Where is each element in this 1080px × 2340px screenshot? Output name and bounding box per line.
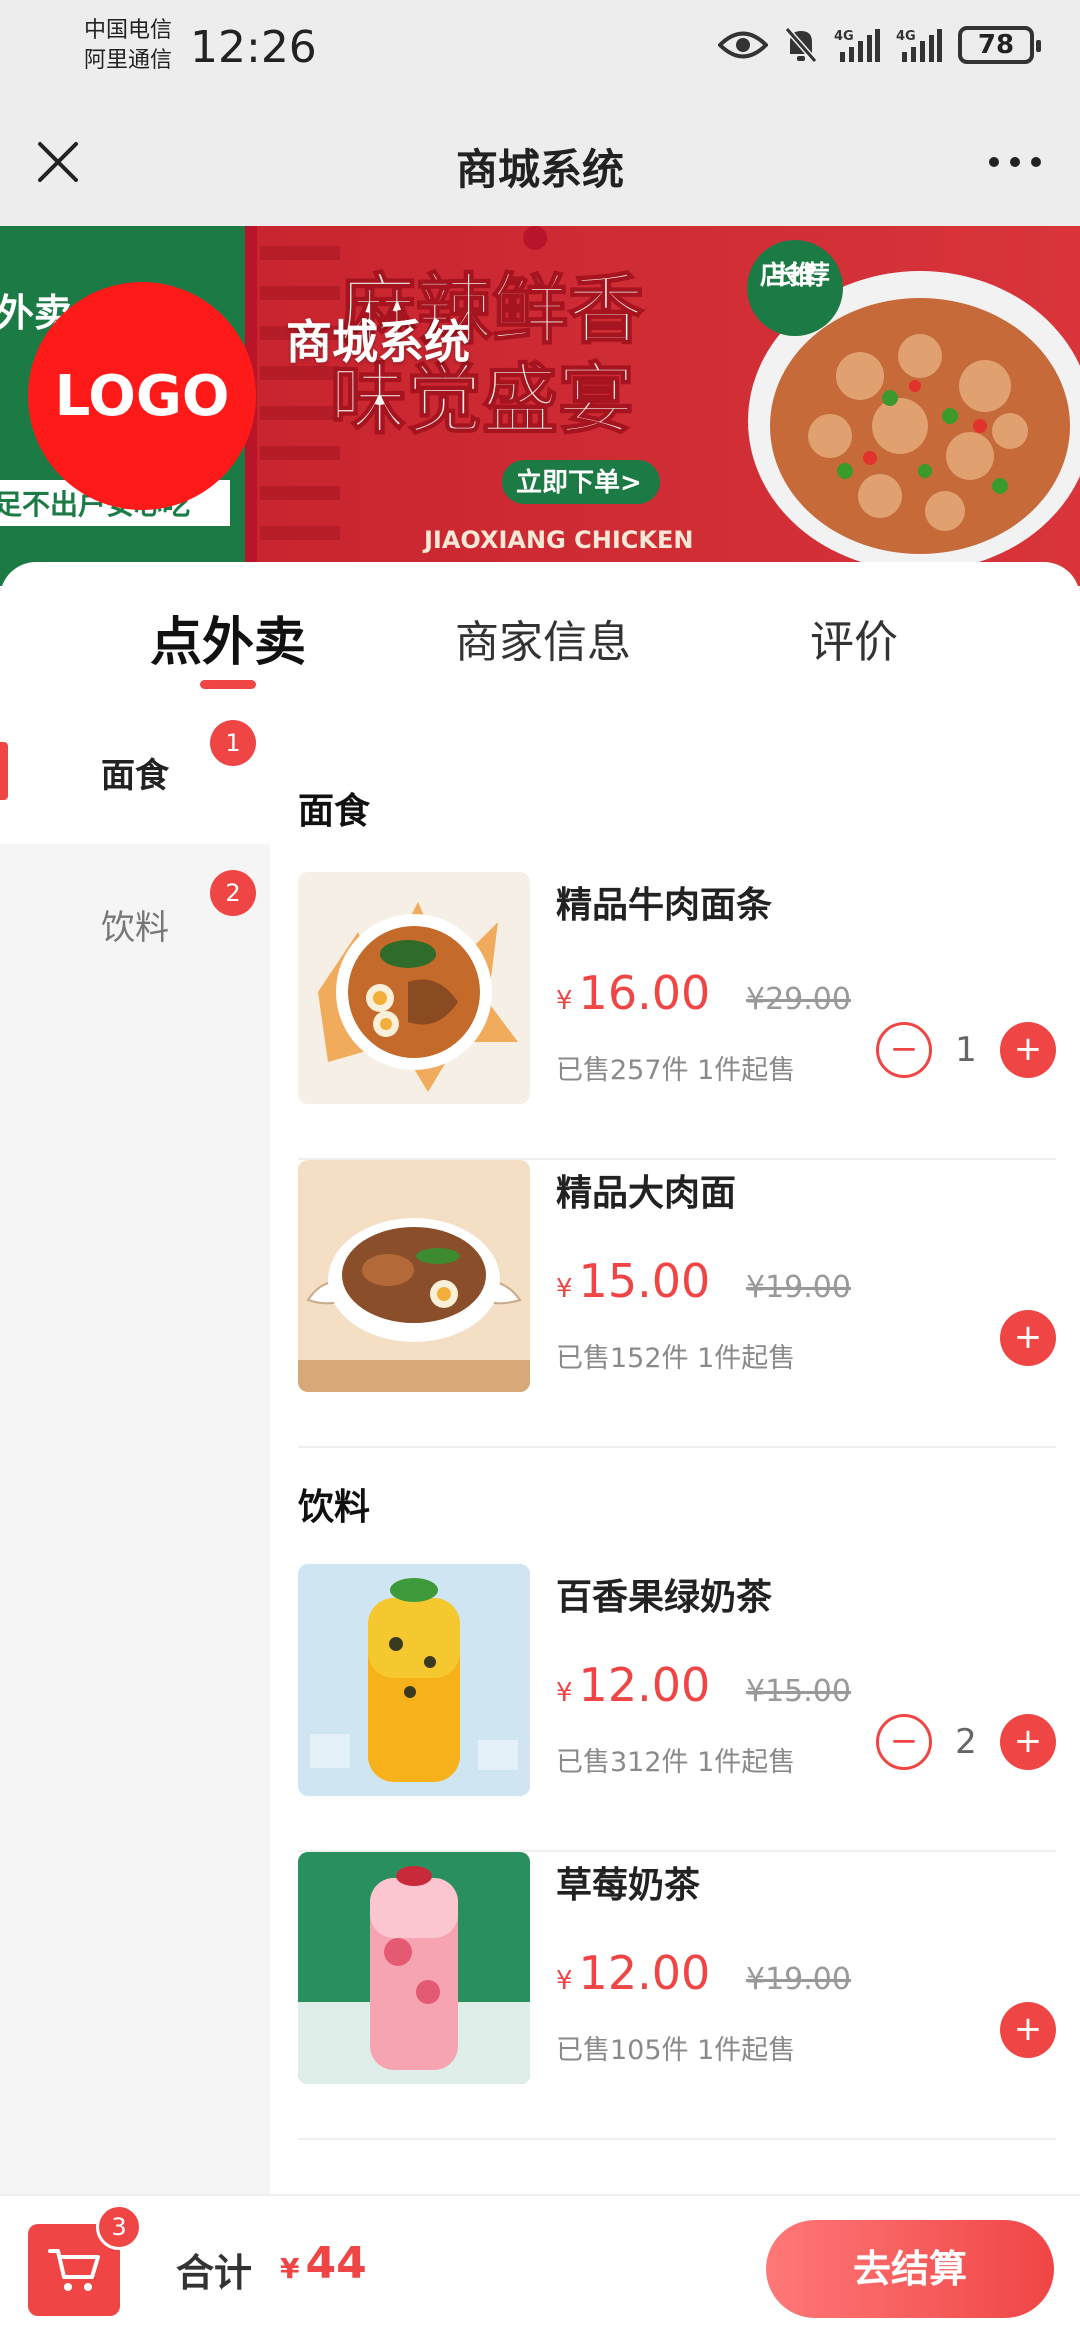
signal-4g-icon-2: 4G: [896, 29, 942, 62]
currency-symbol: ¥: [556, 1678, 573, 1708]
banner-cta[interactable]: 立即下单>: [516, 467, 642, 498]
category-badge: 2: [210, 870, 256, 916]
product-item[interactable]: 草莓奶茶 ¥12.00 ¥19.00 已售105件 1件起售 +: [298, 1852, 1056, 2140]
sales-info: 已售152件 1件起售: [556, 1343, 796, 1374]
total-label: 合计: [176, 2251, 253, 2295]
sales-info: 已售105件 1件起售: [556, 2035, 796, 2066]
quantity-value: 1: [955, 1030, 977, 1070]
product-price: ¥12.00: [556, 1946, 710, 2000]
original-price: ¥15.00: [746, 1674, 851, 1709]
product-item[interactable]: 精品大肉面 ¥15.00 ¥19.00 已售152件 1件起售 +: [298, 1160, 1056, 1448]
original-price: ¥29.00: [746, 982, 851, 1017]
original-price: ¥19.00: [746, 1962, 851, 1997]
product-image-beef-noodle: [298, 872, 530, 1104]
clock: 12:26: [190, 22, 317, 73]
carrier-1: 中国电信: [84, 18, 173, 43]
price-value: 15.00: [578, 1254, 711, 1308]
increase-button[interactable]: +: [1000, 2002, 1056, 2058]
nav-bar: 商城系统: [0, 100, 1080, 226]
product-name: 精品大肉面: [556, 1173, 737, 1214]
product-image-passion-fruit-tea: [298, 1564, 530, 1796]
battery-indicator: 78: [958, 26, 1041, 64]
increase-button[interactable]: +: [1000, 1310, 1056, 1366]
product-price: ¥15.00: [556, 1254, 710, 1308]
section-title-noodles: 面食: [298, 791, 371, 832]
total-value: 44: [305, 2238, 367, 2289]
product-name: 精品牛肉面条: [556, 885, 773, 926]
product-list[interactable]: 面食 精品牛肉面条 ¥16.00 ¥29.00 已售257件 1件起售 − 1 …: [270, 696, 1080, 2194]
shop-logo: LOGO: [28, 282, 256, 510]
quantity-stepper: − 1 +: [876, 1022, 1056, 1078]
decrease-button[interactable]: −: [876, 1714, 932, 1770]
tab-reviews[interactable]: 评价: [810, 606, 898, 670]
svg-text:4G: 4G: [834, 29, 854, 44]
svg-text:4G: 4G: [896, 29, 916, 44]
product-name: 百香果绿奶茶: [556, 1577, 773, 1618]
tab-merchant-info[interactable]: 商家信息: [455, 606, 631, 670]
eye-icon: [718, 31, 768, 59]
product-item[interactable]: 百香果绿奶茶 ¥12.00 ¥15.00 已售312件 1件起售 − 2 +: [298, 1564, 1056, 1852]
currency-symbol: ¥: [280, 2252, 300, 2285]
quantity-value: 2: [955, 1722, 977, 1762]
cart-icon: [48, 2249, 100, 2291]
checkout-bar: 3 合计 ¥44 去结算: [0, 2194, 1080, 2340]
quantity-stepper: − 2 +: [876, 1714, 1056, 1770]
product-image-pork-noodle: [298, 1160, 530, 1392]
status-bar: 中国电信 阿里通信 12:26 4G 4G 78: [0, 0, 1080, 100]
price-value: 12.00: [578, 1946, 711, 2000]
increase-button[interactable]: +: [1000, 1022, 1056, 1078]
banner-brand: JIAOXIANG CHICKEN: [422, 526, 693, 554]
carrier-info: 中国电信 阿里通信: [84, 16, 172, 76]
banner-tag: 店长推荐: [760, 261, 830, 291]
sales-info: 已售257件 1件起售: [556, 1055, 796, 1086]
product-item[interactable]: 精品牛肉面条 ¥16.00 ¥29.00 已售257件 1件起售 − 1 +: [298, 872, 1056, 1160]
currency-symbol: ¥: [556, 1966, 573, 1996]
carrier-2: 阿里通信: [84, 48, 173, 73]
promo-banner[interactable]: 外卖 足不出户安心吃 麻辣鲜香 味觉盛宴 立即下单> JIAOXIANG CHI…: [0, 226, 1080, 586]
currency-symbol: ¥: [556, 1274, 573, 1304]
currency-symbol: ¥: [556, 986, 573, 1016]
signal-4g-icon: 4G: [834, 29, 880, 62]
quantity-stepper: +: [1000, 1310, 1056, 1366]
category-drinks[interactable]: 饮料 2: [0, 844, 270, 992]
category-noodles[interactable]: 面食 1: [0, 696, 270, 844]
quantity-stepper: +: [1000, 2002, 1056, 2058]
product-price: ¥12.00: [556, 1658, 710, 1712]
category-badge: 1: [210, 720, 256, 766]
more-icon[interactable]: [980, 132, 1050, 192]
original-price: ¥19.00: [746, 1270, 851, 1305]
total-amount: ¥44: [280, 2238, 367, 2289]
product-price: ¥16.00: [556, 966, 710, 1020]
decrease-button[interactable]: −: [876, 1022, 932, 1078]
product-image-strawberry-milk-tea: [298, 1852, 530, 2084]
page-title: 商城系统: [455, 145, 624, 194]
tab-order[interactable]: 点外卖: [150, 600, 306, 675]
category-sidebar: 面食 1 饮料 2: [0, 696, 270, 2194]
section-title-drinks: 饮料: [298, 1487, 371, 1528]
product-name: 草莓奶茶: [556, 1865, 701, 1906]
sales-info: 已售312件 1件起售: [556, 1747, 796, 1778]
banner-shop-name: 商城系统: [286, 315, 470, 369]
increase-button[interactable]: +: [1000, 1714, 1056, 1770]
price-value: 12.00: [578, 1658, 711, 1712]
tab-active-indicator: [200, 680, 256, 689]
tab-bar: 点外卖 商家信息 评价: [0, 562, 1080, 696]
status-icons: 4G 4G 78: [718, 26, 1041, 64]
checkout-button[interactable]: 去结算: [766, 2220, 1054, 2318]
cart-count-badge: 3: [96, 2204, 142, 2250]
main-panel: 点外卖 商家信息 评价 面食 1 饮料 2 面食 精品牛肉面条 ¥ 16.00 …: [0, 562, 1080, 2194]
price-value: 16.00: [578, 966, 711, 1020]
mute-bell-icon: [784, 27, 818, 63]
